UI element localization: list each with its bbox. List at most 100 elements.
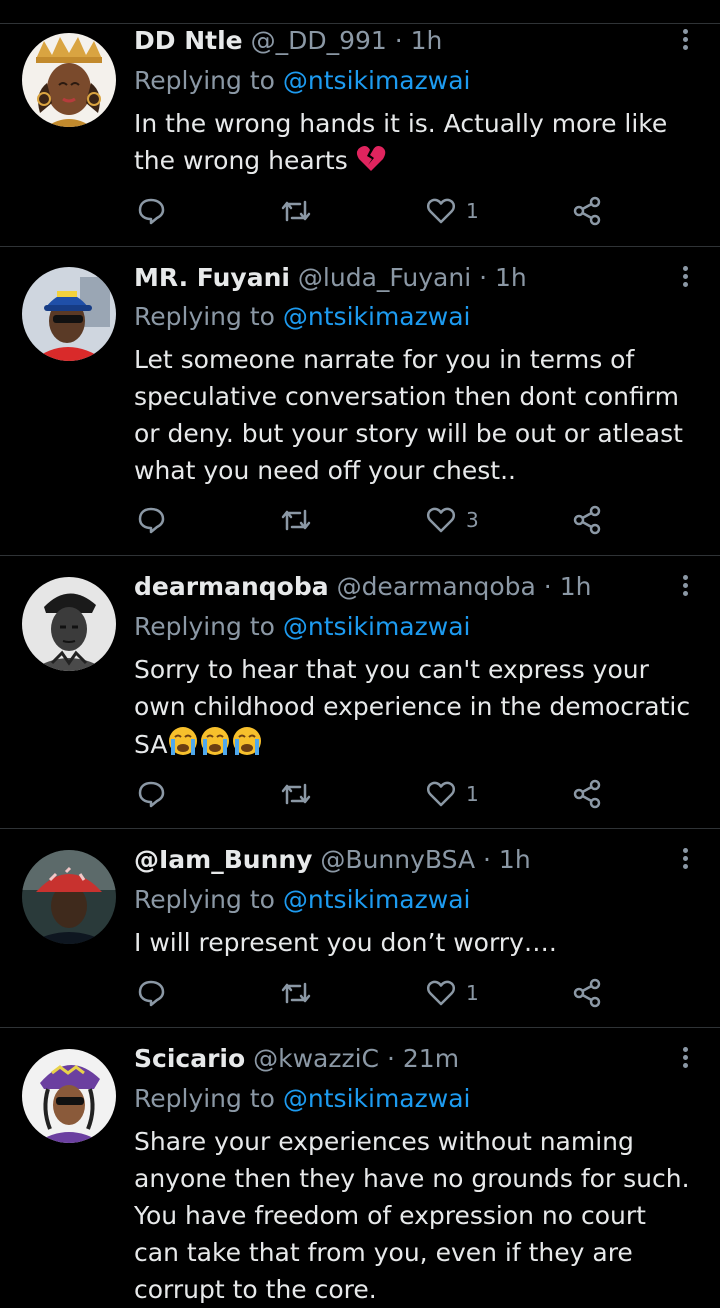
replying-to: Replying to @ntsikimazwai — [134, 883, 470, 917]
avatar[interactable] — [22, 33, 116, 127]
tweet-text-line: I will represent you don’t worry…. — [134, 928, 557, 957]
display-name[interactable]: DD Ntle — [134, 26, 243, 55]
tweet-reply[interactable]: MR. Fuyani @luda_Fuyani · 1h Replying to… — [0, 247, 720, 556]
tweet-header: DD Ntle @_DD_991 · 1h — [134, 24, 660, 58]
replying-to: Replying to @ntsikimazwai — [134, 1082, 470, 1116]
heart-icon — [427, 507, 455, 533]
like-button[interactable]: 1 — [426, 194, 479, 228]
display-name[interactable]: @Iam_Bunny — [134, 845, 312, 874]
tweet-reply[interactable]: Scicario @kwazziC · 21m Replying to @nts… — [0, 1028, 720, 1304]
reply-mention-link[interactable]: @ntsikimazwai — [283, 66, 471, 95]
reply-button[interactable] — [136, 194, 176, 228]
display-name[interactable]: Scicario — [134, 1044, 245, 1073]
display-name[interactable]: dearmanqoba — [134, 572, 329, 601]
tweet-text-line: own childhood experience in the democrat… — [134, 692, 691, 721]
avatar[interactable] — [22, 1049, 116, 1143]
tweet-text: Let someone narrate for you in terms of … — [134, 341, 700, 489]
reply-icon — [138, 980, 165, 1007]
tweet-text-line-with-emoji: SA — [134, 725, 700, 767]
replying-to: Replying to @ntsikimazwai — [134, 300, 470, 334]
tweet-reply[interactable]: DD Ntle @_DD_991 · 1h Replying to @ntsik… — [0, 24, 720, 247]
reply-button[interactable] — [136, 503, 176, 537]
tweet-header: MR. Fuyani @luda_Fuyani · 1h — [134, 261, 660, 295]
retweet-icon — [281, 509, 311, 531]
retweet-button[interactable] — [280, 976, 322, 1010]
broken-heart-emoji-icon — [356, 145, 386, 183]
retweet-icon — [281, 783, 311, 805]
share-icon — [573, 978, 601, 1008]
tweet-actions: 3 — [134, 503, 614, 537]
reply-icon — [138, 781, 165, 808]
like-count: 1 — [466, 782, 479, 806]
user-handle[interactable]: @BunnyBSA — [320, 845, 475, 874]
replying-to-label: Replying to — [134, 612, 275, 641]
reply-button[interactable] — [136, 976, 176, 1010]
replying-to-label: Replying to — [134, 66, 275, 95]
tweet-text-line: Share your experiences without naming — [134, 1127, 634, 1156]
tweet-text-line: the wrong hearts — [134, 146, 348, 175]
separator-dot: · — [483, 845, 491, 874]
share-icon — [573, 779, 601, 809]
reply-button[interactable] — [136, 777, 176, 811]
tweet-text-line: Sorry to hear that you can't express you… — [134, 655, 649, 684]
retweet-button[interactable] — [280, 503, 322, 537]
replying-to-label: Replying to — [134, 302, 275, 331]
user-handle[interactable]: @_DD_991 — [251, 26, 387, 55]
avatar[interactable] — [22, 850, 116, 944]
timestamp[interactable]: 1h — [411, 26, 443, 55]
share-icon — [573, 196, 601, 226]
like-button[interactable]: 3 — [426, 503, 479, 537]
more-options-icon[interactable] — [678, 1044, 692, 1074]
reply-mention-link[interactable]: @ntsikimazwai — [283, 612, 471, 641]
share-button[interactable] — [572, 503, 602, 537]
crying-face-emoji-icon — [167, 725, 263, 767]
tweet-actions: 1 — [134, 777, 614, 811]
retweet-icon — [281, 982, 311, 1004]
more-options-icon[interactable] — [678, 572, 692, 602]
timestamp[interactable]: 1h — [495, 263, 527, 292]
reply-icon — [138, 507, 165, 534]
retweet-icon — [281, 200, 311, 222]
avatar-crowned-woman-icon — [22, 33, 116, 127]
avatar[interactable] — [22, 267, 116, 361]
more-options-icon[interactable] — [678, 845, 692, 875]
heart-icon — [427, 781, 455, 807]
tweet-text-line: SA — [134, 730, 168, 759]
like-button[interactable]: 1 — [426, 976, 479, 1010]
share-icon — [573, 505, 601, 535]
user-handle[interactable]: @dearmanqoba — [337, 572, 536, 601]
more-options-icon[interactable] — [678, 263, 692, 293]
separator-dot: · — [543, 572, 552, 601]
like-count: 3 — [466, 508, 479, 532]
user-handle[interactable]: @luda_Fuyani — [298, 263, 471, 292]
more-options-icon[interactable] — [678, 26, 692, 56]
tweet-text: Sorry to hear that you can't express you… — [134, 651, 700, 767]
retweet-button[interactable] — [280, 194, 322, 228]
tweet-text-line: You have freedom of expression no court — [134, 1201, 646, 1230]
tweet-text: Share your experiences without naming an… — [134, 1123, 700, 1308]
reply-mention-link[interactable]: @ntsikimazwai — [283, 885, 471, 914]
tweet-reply[interactable]: @Iam_Bunny @BunnyBSA · 1h Replying to @n… — [0, 829, 720, 1028]
user-handle[interactable]: @kwazziC — [253, 1044, 379, 1073]
tweet-reply[interactable]: dearmanqoba @dearmanqoba · 1h Replying t… — [0, 556, 720, 829]
avatar-man-beret-bw-icon — [22, 577, 116, 671]
timestamp[interactable]: 1h — [499, 845, 531, 874]
share-button[interactable] — [572, 194, 602, 228]
retweet-button[interactable] — [280, 777, 322, 811]
separator-dot: · — [479, 263, 488, 292]
timestamp[interactable]: 21m — [403, 1044, 459, 1073]
reply-mention-link[interactable]: @ntsikimazwai — [283, 302, 471, 331]
tweet-header: Scicario @kwazziC · 21m — [134, 1042, 660, 1076]
tweet-text-line: or deny. but your story will be out or a… — [134, 419, 683, 448]
avatar[interactable] — [22, 577, 116, 671]
tweet-text-line: can take that from you, even if they are — [134, 1238, 633, 1267]
tweet-text-line: Let someone narrate for you in terms of — [134, 345, 635, 374]
like-button[interactable]: 1 — [426, 777, 479, 811]
timestamp[interactable]: 1h — [560, 572, 592, 601]
reply-mention-link[interactable]: @ntsikimazwai — [283, 1084, 471, 1113]
display-name[interactable]: MR. Fuyani — [134, 263, 290, 292]
share-button[interactable] — [572, 976, 602, 1010]
replying-to-label: Replying to — [134, 885, 275, 914]
tweet-text-line: anyone then they have no grounds for suc… — [134, 1164, 690, 1193]
share-button[interactable] — [572, 777, 602, 811]
